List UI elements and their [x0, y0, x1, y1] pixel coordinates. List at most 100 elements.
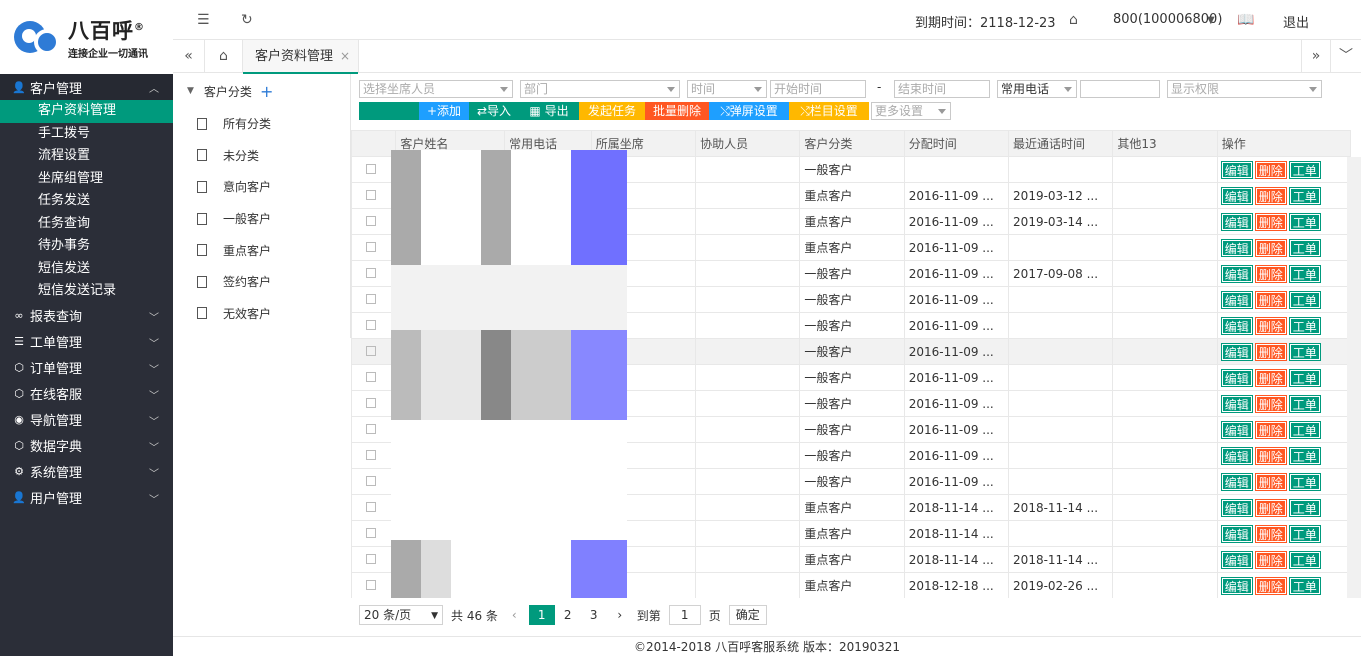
edit-button[interactable]: 编辑 [1220, 238, 1253, 257]
page-input[interactable]: 1 [668, 605, 701, 625]
delete-button[interactable]: 删除 [1254, 160, 1287, 179]
more-settings-select[interactable]: 更多设置 [871, 102, 951, 120]
menu-work-orders[interactable]: ☰ 工单管理 ﹀ [0, 329, 173, 355]
delete-button[interactable]: 删除 [1254, 472, 1287, 491]
row-checkbox-cell[interactable] [351, 338, 397, 365]
permission-select[interactable]: 显示权限 [1167, 80, 1322, 98]
row-checkbox[interactable] [366, 475, 376, 486]
tree-item-invalid[interactable]: 无效客户 [173, 298, 350, 330]
work-order-button[interactable]: 工单 [1288, 420, 1321, 439]
prev-page-icon[interactable]: ‹ [512, 608, 517, 622]
row-checkbox-cell[interactable] [351, 390, 397, 417]
delete-button[interactable]: 删除 [1254, 342, 1287, 361]
batch-delete-button[interactable]: 批量删除 [645, 102, 709, 120]
row-checkbox-cell[interactable] [351, 520, 397, 547]
next-page-icon[interactable]: › [607, 605, 633, 625]
tab-scroll-right-icon[interactable]: » [1301, 40, 1331, 73]
sidebar-item-todo[interactable]: 待办事务 [0, 235, 173, 258]
sidebar-item-sms-records[interactable]: 短信发送记录 [0, 280, 173, 303]
search-button[interactable] [359, 102, 419, 120]
page-3[interactable]: 3 [581, 605, 607, 625]
menu-online-service[interactable]: ⬡ 在线客服 ﹀ [0, 381, 173, 407]
row-checkbox[interactable] [366, 553, 376, 564]
work-order-button[interactable]: 工单 [1288, 498, 1321, 517]
row-checkbox-cell[interactable] [351, 416, 397, 443]
column-settings-button[interactable]: ⤭栏目设置 [789, 102, 869, 120]
agent-select[interactable]: 选择坐席人员 [359, 80, 513, 98]
row-checkbox-cell[interactable] [351, 364, 397, 391]
row-checkbox[interactable] [366, 215, 376, 226]
menu-customer-management[interactable]: 👤 客户管理 ︿ [0, 74, 173, 100]
row-checkbox-cell[interactable] [351, 546, 397, 573]
edit-button[interactable]: 编辑 [1220, 186, 1253, 205]
edit-button[interactable]: 编辑 [1220, 420, 1253, 439]
delete-button[interactable]: 删除 [1254, 316, 1287, 335]
edit-button[interactable]: 编辑 [1220, 472, 1253, 491]
delete-button[interactable]: 删除 [1254, 576, 1287, 595]
row-checkbox-cell[interactable] [351, 312, 397, 339]
row-checkbox-cell[interactable] [351, 182, 397, 209]
collapse-menu-icon[interactable]: ☰ [197, 12, 210, 28]
row-checkbox[interactable] [366, 397, 376, 408]
delete-button[interactable]: 删除 [1254, 238, 1287, 257]
edit-button[interactable]: 编辑 [1220, 160, 1253, 179]
popup-settings-button[interactable]: ⤭弹屏设置 [709, 102, 789, 120]
row-checkbox[interactable] [366, 189, 376, 200]
work-order-button[interactable]: 工单 [1288, 472, 1321, 491]
tree-item-general[interactable]: 一般客户 [173, 203, 350, 235]
row-checkbox-cell[interactable] [351, 572, 397, 598]
tree-item-signed[interactable]: 签约客户 [173, 266, 350, 298]
sidebar-item-customer-data[interactable]: 客户资料管理 [0, 100, 173, 123]
confirm-page-button[interactable]: 确定 [728, 605, 767, 625]
row-checkbox[interactable] [366, 293, 376, 304]
edit-button[interactable]: 编辑 [1220, 342, 1253, 361]
menu-users[interactable]: 👤 用户管理 ﹀ [0, 485, 173, 511]
work-order-button[interactable]: 工单 [1288, 394, 1321, 413]
column-header[interactable]: 最近通话时间 [1008, 130, 1114, 157]
work-order-button[interactable]: 工单 [1288, 212, 1321, 231]
work-order-button[interactable]: 工单 [1288, 186, 1321, 205]
page-size-select[interactable]: 20 条/页 ▼ [359, 605, 443, 625]
work-order-button[interactable]: 工单 [1288, 342, 1321, 361]
tree-item-intent[interactable]: 意向客户 [173, 171, 350, 203]
delete-button[interactable]: 删除 [1254, 524, 1287, 543]
tab-scroll-left-icon[interactable]: « [173, 40, 205, 73]
phone-select[interactable]: 常用电话 [997, 80, 1077, 98]
row-checkbox[interactable] [366, 319, 376, 330]
start-task-button[interactable]: 发起任务 [579, 102, 645, 120]
edit-button[interactable]: 编辑 [1220, 446, 1253, 465]
work-order-button[interactable]: 工单 [1288, 368, 1321, 387]
edit-button[interactable]: 编辑 [1220, 368, 1253, 387]
menu-system[interactable]: ⚙ 系统管理 ﹀ [0, 459, 173, 485]
account-menu[interactable]: 800(100006800) [1113, 12, 1222, 27]
menu-data-dictionary[interactable]: ⬡ 数据字典 ﹀ [0, 433, 173, 459]
add-category-button[interactable]: + [260, 82, 273, 101]
delete-button[interactable]: 删除 [1254, 264, 1287, 283]
edit-button[interactable]: 编辑 [1220, 212, 1253, 231]
work-order-button[interactable]: 工单 [1288, 238, 1321, 257]
end-time-input[interactable]: 结束时间 [894, 80, 990, 98]
delete-button[interactable]: 删除 [1254, 498, 1287, 517]
delete-button[interactable]: 删除 [1254, 446, 1287, 465]
row-checkbox[interactable] [366, 527, 376, 538]
row-checkbox-cell[interactable] [351, 156, 397, 183]
refresh-icon[interactable]: ↻ [241, 12, 253, 28]
delete-button[interactable]: 删除 [1254, 394, 1287, 413]
export-button[interactable]: ▦ 导出 [519, 102, 579, 120]
caret-down-icon[interactable]: ▼ [1207, 15, 1215, 26]
delete-button[interactable]: 删除 [1254, 420, 1287, 439]
sidebar-item-task-query[interactable]: 任务查询 [0, 213, 173, 236]
work-order-button[interactable]: 工单 [1288, 264, 1321, 283]
add-button[interactable]: +添加 [419, 102, 469, 120]
table-scrollbar[interactable] [1347, 157, 1361, 598]
row-checkbox-cell[interactable] [351, 442, 397, 469]
work-order-button[interactable]: 工单 [1288, 446, 1321, 465]
keyword-input[interactable] [1080, 80, 1160, 98]
edit-button[interactable]: 编辑 [1220, 394, 1253, 413]
work-order-button[interactable]: 工单 [1288, 316, 1321, 335]
book-icon[interactable]: 📖 [1237, 12, 1254, 28]
menu-orders[interactable]: ⬡ 订单管理 ﹀ [0, 355, 173, 381]
work-order-button[interactable]: 工单 [1288, 550, 1321, 569]
work-order-button[interactable]: 工单 [1288, 290, 1321, 309]
work-order-button[interactable]: 工单 [1288, 160, 1321, 179]
